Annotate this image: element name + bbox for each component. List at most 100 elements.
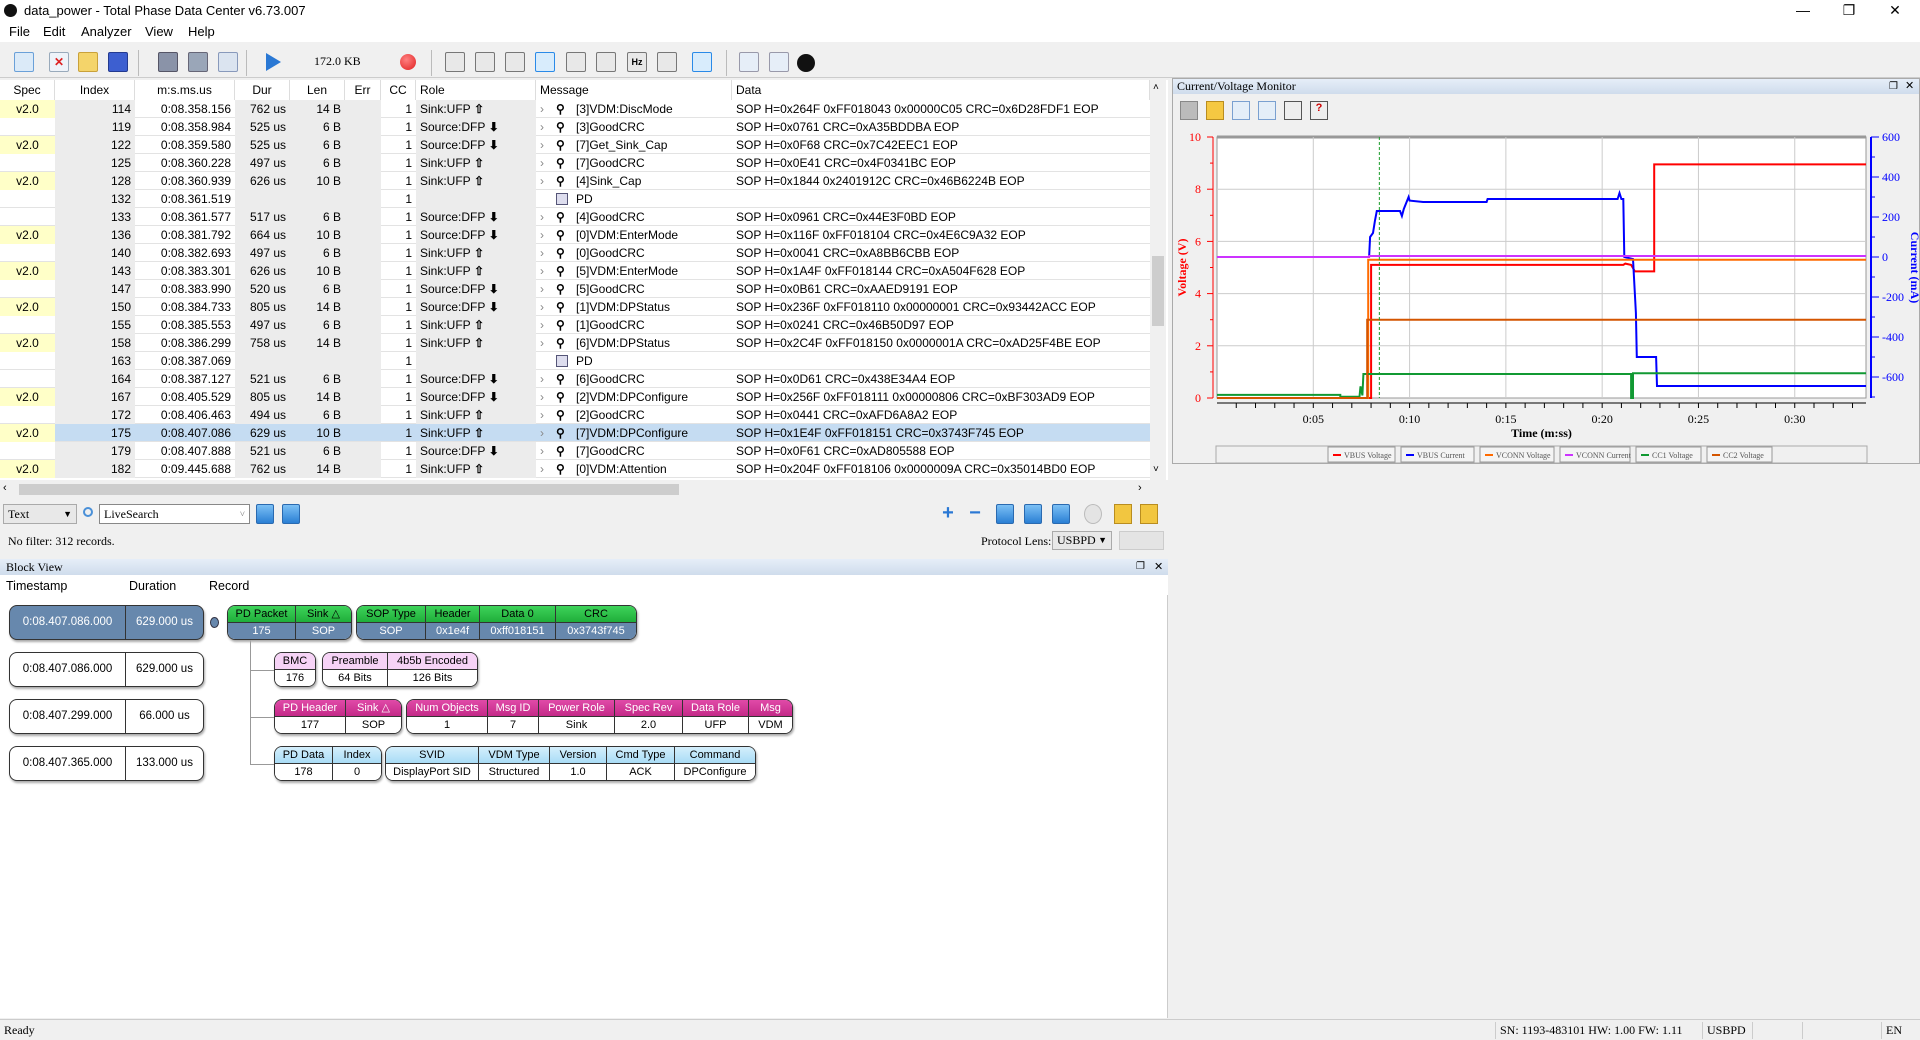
timestamp-entry[interactable]: 0:08.407.365.000 133.000 us (9, 746, 204, 781)
go-bottom-button[interactable] (1052, 504, 1070, 524)
timestamp-entry[interactable]: 0:08.407.086.000 629.000 us (9, 652, 204, 687)
menu-analyzer[interactable]: Analyzer (81, 24, 132, 39)
frequency-view-icon[interactable]: Hz (627, 52, 647, 72)
table-row[interactable]: v2.0 136 0:08.381.792 664 us 10 B 1 Source:DFP… (0, 226, 1150, 244)
expand-icon[interactable]: › (540, 208, 544, 226)
table-row[interactable]: 125 0:08.360.228 497 us 6 B 1 Sink:UFP ⇧ › ⚲ [7]… (0, 154, 1150, 172)
zoom-in-icon[interactable] (1232, 101, 1250, 120)
record-field-group[interactable]: SOP Type SOP Header 0x1e4f Data 0 0xff018151 C… (356, 605, 637, 640)
scroll-right-icon[interactable]: › (1138, 482, 1142, 494)
cursor-icon[interactable] (1284, 101, 1302, 120)
expand-icon[interactable]: › (540, 244, 544, 262)
expand-icon[interactable]: › (540, 316, 544, 334)
table-vertical-scrollbar[interactable]: ˄ ˅ (1150, 80, 1166, 480)
live-search-input[interactable]: LiveSearch ˅ (99, 504, 250, 524)
expand-icon[interactable]: › (540, 388, 544, 406)
column-header-data[interactable]: Data (732, 80, 1150, 100)
search-previous-button[interactable] (256, 504, 274, 524)
table-row[interactable]: 133 0:08.361.577 517 us 6 B 1 Source:DFP ⬇ › ⚲[… (0, 208, 1150, 226)
block-view-icon[interactable] (535, 52, 555, 72)
table-row[interactable]: 140 0:08.382.693 497 us 6 B 1 Sink:UFP ⇧ › ⚲ [0]… (0, 244, 1150, 262)
close-button[interactable]: ✕ (1872, 0, 1918, 22)
record-field-group[interactable]: PD Packet 175 Sink △ SOP (227, 605, 352, 640)
add-filter-icon[interactable]: + (938, 503, 958, 524)
record-field-group[interactable]: PD Data 178 Index 0 (274, 746, 382, 781)
expand-icon[interactable]: › (540, 370, 544, 388)
export-data-icon[interactable] (769, 52, 789, 72)
playback-view-icon[interactable] (566, 52, 586, 72)
open-folder-icon[interactable] (78, 52, 98, 72)
minimize-button[interactable]: — (1780, 0, 1826, 22)
timestamp-entry[interactable]: 0:08.407.299.000 66.000 us (9, 699, 204, 734)
clear-icon[interactable] (1180, 101, 1198, 120)
record-field-group[interactable]: PD Header 177 Sink △ SOP (274, 699, 402, 734)
table-row[interactable]: 147 0:08.383.990 520 us 6 B 1 Source:DFP ⬇ › ⚲[… (0, 280, 1150, 298)
close-panel-icon[interactable]: ✕ (1154, 559, 1163, 575)
record-field-group[interactable]: BMC 176 (274, 652, 316, 687)
column-header-time[interactable]: m:s.ms.us (135, 80, 235, 100)
device-settings-icon[interactable] (188, 52, 208, 72)
column-header-index[interactable]: Index (55, 80, 135, 100)
measure-icon[interactable]: ? (1310, 101, 1328, 120)
notes-icon[interactable] (1140, 504, 1158, 524)
table-row[interactable]: 164 0:08.387.127 521 us 6 B 1 Source:DFP ⬇ › ⚲[… (0, 370, 1150, 388)
lens-options-button[interactable] (1119, 531, 1164, 550)
table-row[interactable]: 163 0:08.387.069 1 PD (0, 352, 1150, 370)
total-phase-logo-icon[interactable] (797, 54, 815, 72)
column-header-cc[interactable]: CC (381, 80, 416, 100)
expand-icon[interactable]: › (540, 172, 544, 190)
table-row[interactable]: v2.0 122 0:08.359.580 525 us 6 B 1 Source:DFP … (0, 136, 1150, 154)
table-row[interactable]: v2.0 114 0:08.358.156 762 us 14 B 1 Sink:UFP ⇧… (0, 100, 1150, 118)
expand-icon[interactable]: › (540, 424, 544, 442)
menu-view[interactable]: View (145, 24, 173, 39)
expand-icon[interactable]: › (540, 118, 544, 136)
expand-icon[interactable]: › (540, 262, 544, 280)
filter-mode-select[interactable]: Text ▼ (3, 504, 77, 524)
record-field-group[interactable]: Num Objects 1 Msg ID 7 Power Role Sink Spec Re… (406, 699, 793, 734)
expand-icon[interactable]: › (540, 334, 544, 352)
grid-view-icon[interactable] (475, 52, 495, 72)
column-header-err[interactable]: Err (345, 80, 381, 100)
record-field-group[interactable]: Preamble 64 Bits 4b5b Encoded 126 Bits (322, 652, 478, 687)
expand-icon[interactable]: › (540, 460, 544, 478)
table-row[interactable]: v2.0 158 0:08.386.299 758 us 14 B 1 Sink:UFP ⇧… (0, 334, 1150, 352)
menu-edit[interactable]: Edit (43, 24, 65, 39)
column-header-dur[interactable]: Dur (235, 80, 290, 100)
expand-icon[interactable]: › (540, 100, 544, 118)
table-row[interactable]: v2.0 143 0:08.383.301 626 us 10 B 1 Sink:UFP ⇧… (0, 262, 1150, 280)
expand-icon[interactable]: › (540, 280, 544, 298)
table-row[interactable]: v2.0 167 0:08.405.529 805 us 14 B 1 Source:DFP… (0, 388, 1150, 406)
restore-button[interactable]: ❐ (1826, 0, 1872, 22)
chevron-down-icon[interactable]: ˅ (240, 505, 245, 523)
expand-icon[interactable]: › (540, 226, 544, 244)
capture-settings-icon[interactable] (218, 52, 238, 72)
go-selected-button[interactable] (1024, 504, 1042, 524)
tree-view-icon[interactable] (505, 52, 525, 72)
save-icon[interactable] (108, 52, 128, 72)
table-row[interactable]: v2.0 182 0:09.445.688 762 us 14 B 1 Sink:UFP ⇧… (0, 460, 1150, 478)
expand-icon[interactable]: › (540, 442, 544, 460)
target-icon[interactable] (1084, 504, 1102, 524)
zoom-fit-icon[interactable] (1258, 101, 1276, 120)
connection-view-icon[interactable] (596, 52, 616, 72)
table-horizontal-scrollbar[interactable]: ‹ › (0, 482, 1150, 497)
expand-icon[interactable]: › (540, 136, 544, 154)
current-voltage-chart[interactable]: 0:05 0:10 0:15 0:20 0:25 0:30 0 2 4 6 8 10 600 400 200… (1173, 125, 1919, 463)
scroll-up-icon[interactable]: ˄ (1153, 82, 1159, 93)
column-header-role[interactable]: Role (416, 80, 536, 100)
column-header-message[interactable]: Message (536, 80, 732, 100)
column-header-len[interactable]: Len (290, 80, 345, 100)
menu-help[interactable]: Help (188, 24, 215, 39)
save-icon[interactable] (1206, 101, 1224, 120)
table-row[interactable]: v2.0 175 0:08.407.086 629 us 10 B 1 Sink:UFP ⇧… (0, 424, 1150, 442)
float-panel-icon[interactable]: ❐ (1136, 559, 1145, 575)
table-row[interactable]: v2.0 150 0:08.384.733 805 us 14 B 1 Source:DFP… (0, 298, 1150, 316)
close-panel-icon[interactable]: ✕ (1905, 79, 1914, 94)
remove-filter-icon[interactable]: − (965, 503, 985, 524)
record-field-group[interactable]: SVID DisplayPort SID VDM Type Structured Ver… (385, 746, 756, 781)
table-row[interactable]: 119 0:08.358.984 525 us 6 B 1 Source:DFP ⬇ › ⚲[… (0, 118, 1150, 136)
expand-icon[interactable]: › (540, 298, 544, 316)
scroll-down-icon[interactable]: ˅ (1153, 464, 1159, 475)
topology-view-icon[interactable] (657, 52, 677, 72)
export-icon[interactable] (739, 52, 759, 72)
